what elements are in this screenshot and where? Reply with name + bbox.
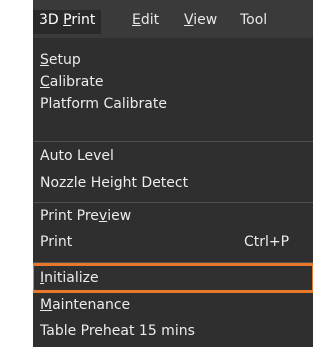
menu-separator [33, 141, 313, 142]
menu-view-rest: iew [193, 12, 218, 28]
menu-item-calibrate-label: Calibrate [40, 74, 104, 90]
3d-print-dropdown-menu: Setup Calibrate Platform Calibrate Auto … [33, 38, 313, 347]
menu-item-table-preheat[interactable]: Table Preheat 15 mins [33, 320, 313, 342]
menu-item-print-preview[interactable]: Print Preview [33, 205, 313, 227]
menu-item-setup[interactable]: Setup [33, 49, 313, 71]
menu-item-nozzle-height-detect[interactable]: Nozzle Height Detect [33, 172, 313, 194]
menu-item-print-shortcut: Ctrl+P [244, 234, 290, 250]
menu-item-platform-calibrate-label: Platform Calibrate [40, 96, 167, 112]
menu-item-maintenance[interactable]: Maintenance [33, 294, 313, 316]
menu-edit-rest: dit [140, 12, 160, 28]
menu-edit[interactable]: Edit [126, 10, 165, 34]
menu-item-table-preheat-label: Table Preheat 15 mins [40, 323, 195, 339]
menu-tools[interactable]: Tool [234, 10, 273, 34]
menu-item-print[interactable]: Print Ctrl+P [33, 231, 313, 253]
menu-item-setup-label: Setup [40, 52, 81, 68]
menu-view-mnemonic: V [184, 12, 194, 28]
menu-item-auto-level-label: Auto Level [40, 148, 114, 164]
menu-bar: 3D Print Edit View Tool [33, 0, 313, 38]
menu-item-print-preview-label: Print Preview [40, 208, 132, 224]
menu-item-print-label: Print [40, 234, 73, 250]
menu-3d-print-prefix: 3D [39, 12, 64, 28]
menu-item-initialize[interactable]: Initialize [33, 263, 313, 293]
menu-3d-print[interactable]: 3D Print [33, 10, 102, 34]
menu-3d-print-rest: rint [71, 12, 96, 28]
menu-item-maintenance-label: Maintenance [40, 297, 131, 313]
menu-item-calibrate[interactable]: Calibrate [33, 71, 313, 93]
menu-item-nozzle-height-detect-label: Nozzle Height Detect [40, 175, 189, 191]
menu-item-auto-level[interactable]: Auto Level [33, 145, 313, 167]
menu-tools-label: Tool [240, 12, 268, 28]
menu-item-platform-calibrate[interactable]: Platform Calibrate [33, 93, 313, 115]
menu-separator [33, 202, 313, 203]
menu-view[interactable]: View [178, 10, 223, 34]
menu-item-initialize-label: Initialize [40, 270, 99, 286]
menu-edit-mnemonic: E [132, 12, 141, 28]
